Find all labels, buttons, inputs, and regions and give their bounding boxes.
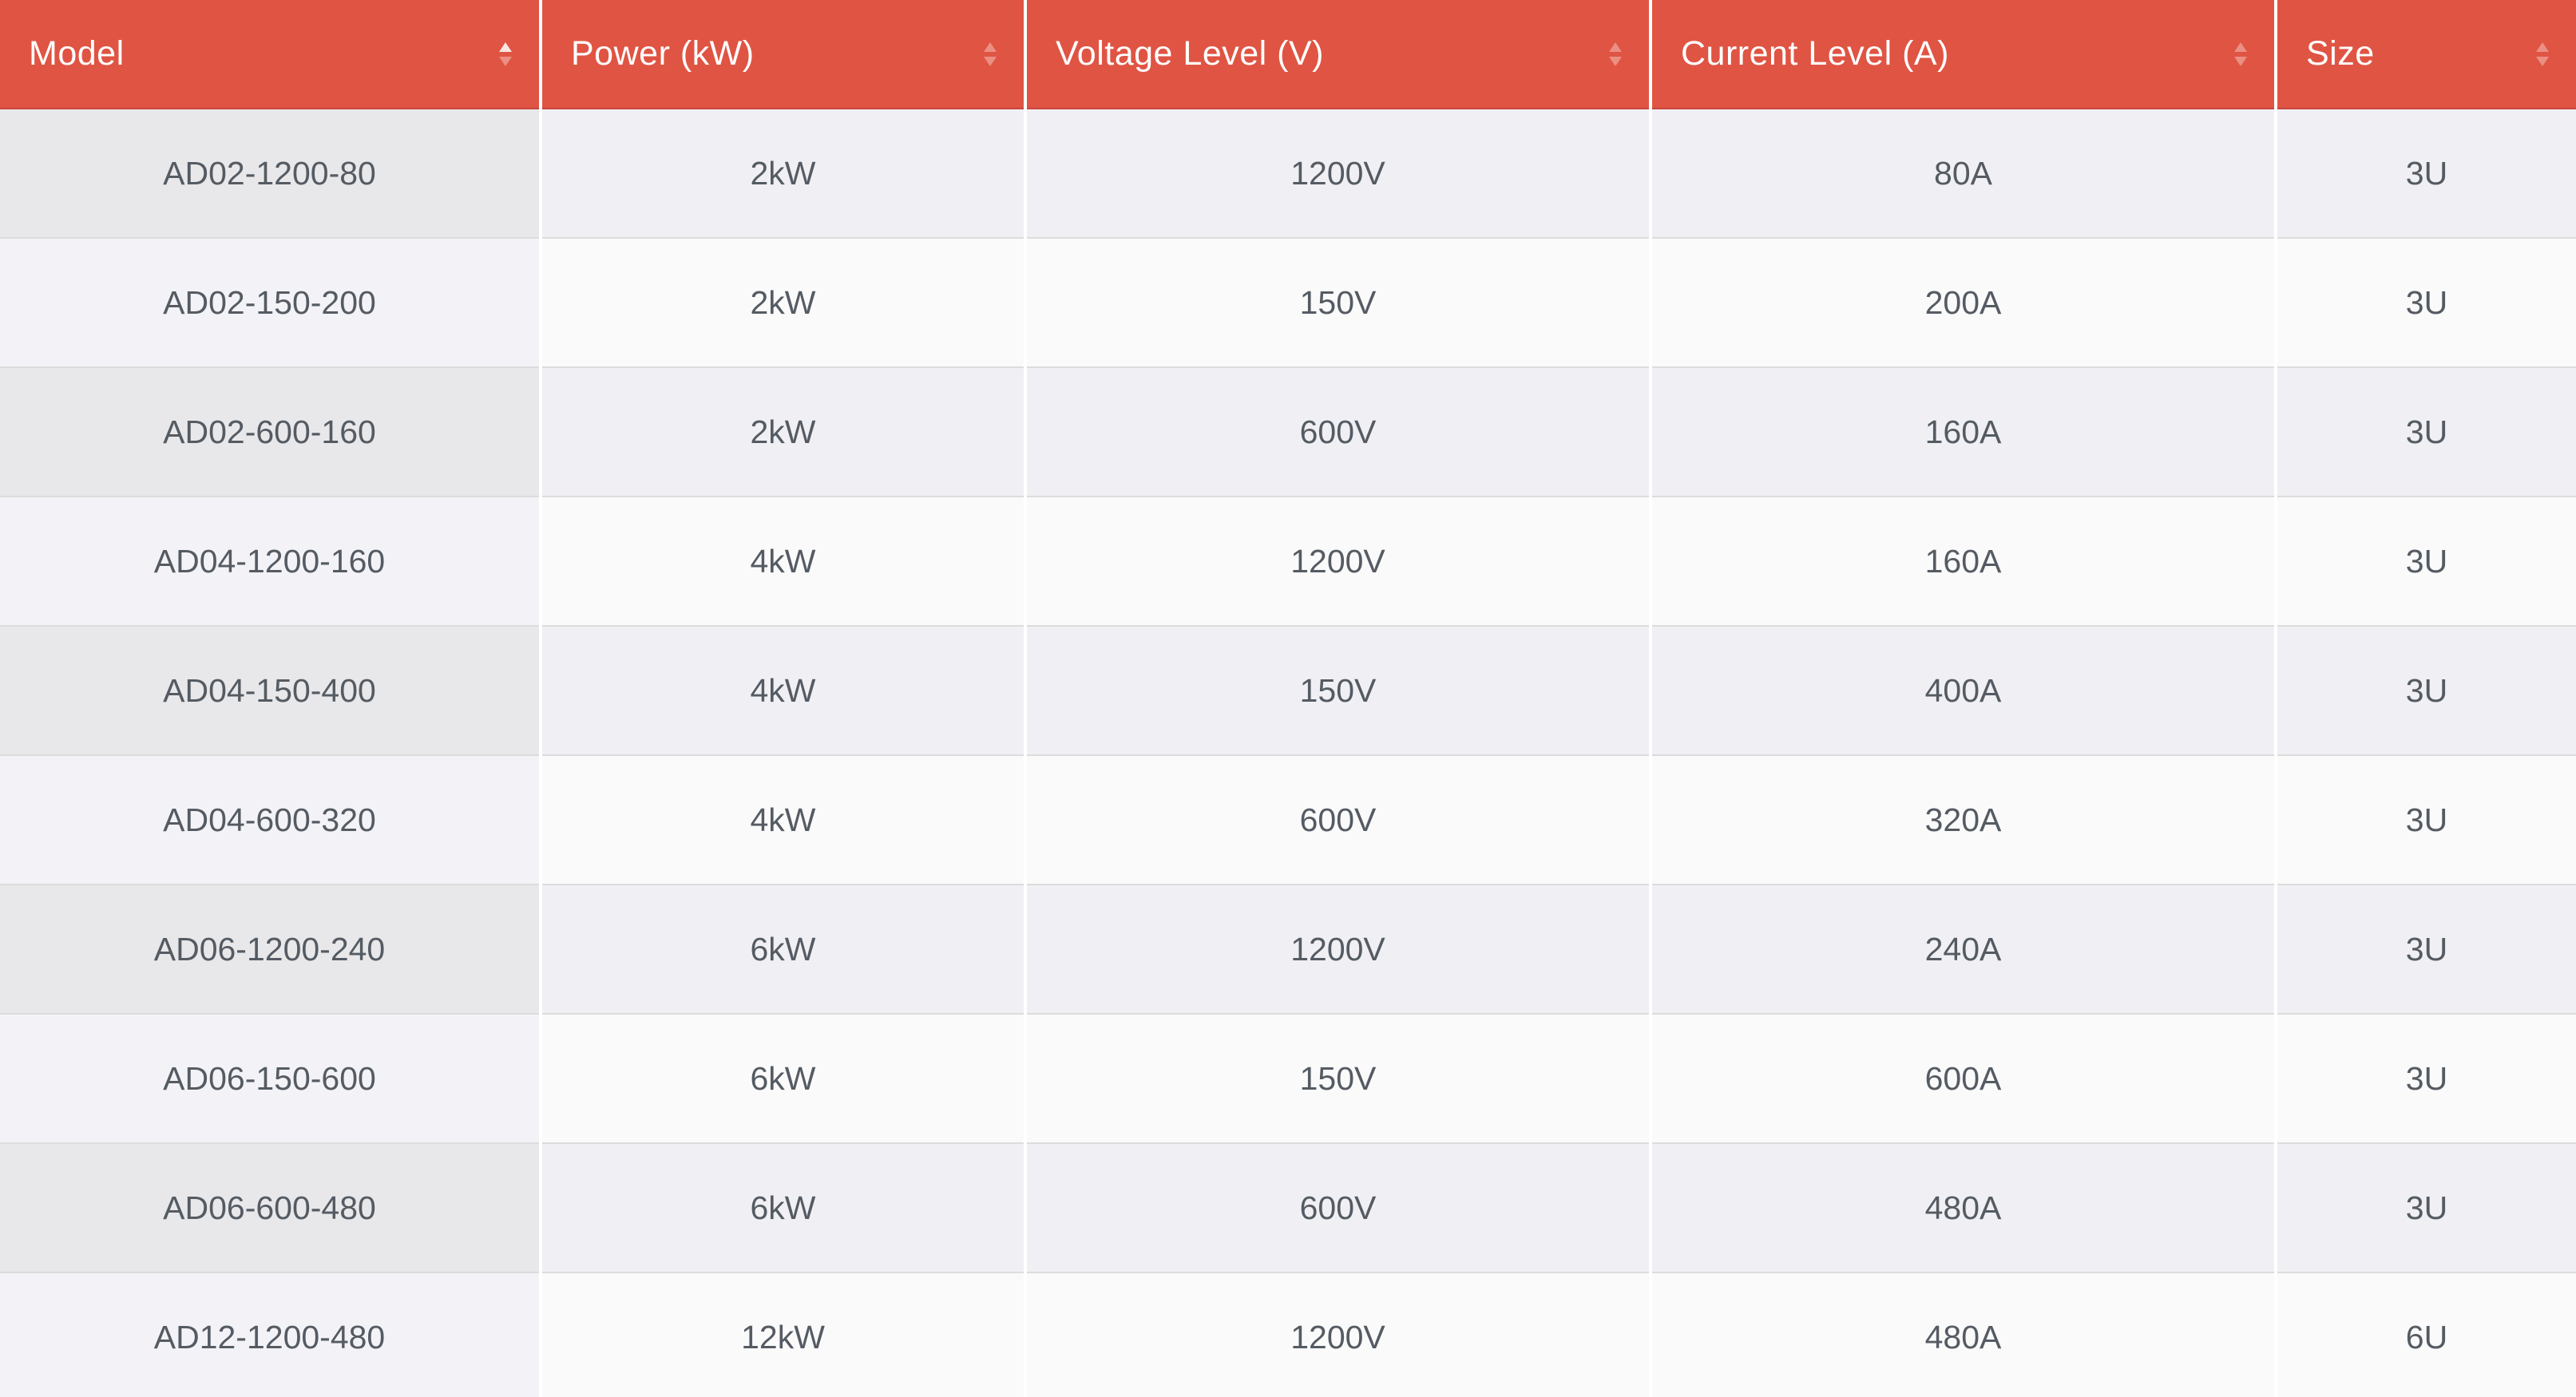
cell-power: 2kW	[541, 238, 1027, 368]
cell-model: AD04-600-320	[0, 755, 542, 885]
cell-voltage: 150V	[1025, 238, 1652, 368]
cell-size: 3U	[2276, 626, 2576, 756]
cell-voltage: 150V	[1025, 626, 1652, 756]
table-row: AD04-150-400 4kW 150V 400A 3U	[0, 626, 2576, 756]
product-table-container: Model Power (kW) Voltage Level (V) Current …	[0, 0, 2576, 1397]
column-header-label: Model	[29, 34, 125, 73]
cell-model: AD04-1200-160	[0, 497, 542, 627]
table-row: AD02-1200-80 2kW 1200V 80A 3U	[0, 109, 2576, 239]
cell-power: 4kW	[541, 497, 1027, 627]
cell-size: 3U	[2276, 367, 2576, 497]
cell-voltage: 1200V	[1025, 1272, 1652, 1397]
header-row: Model Power (kW) Voltage Level (V) Current …	[0, 0, 2576, 109]
cell-power: 6kW	[541, 1143, 1027, 1273]
cell-power: 6kW	[541, 885, 1027, 1015]
column-header-current[interactable]: Current Level (A)	[1651, 0, 2277, 109]
table-row: AD02-600-160 2kW 600V 160A 3U	[0, 367, 2576, 497]
table-body: AD02-1200-80 2kW 1200V 80A 3U AD02-150-200 2kW…	[0, 109, 2576, 1397]
cell-size: 3U	[2276, 755, 2576, 885]
cell-model: AD04-150-400	[0, 626, 542, 756]
sort-icon[interactable]	[1609, 42, 1622, 66]
table-header: Model Power (kW) Voltage Level (V) Current …	[0, 0, 2576, 109]
cell-size: 6U	[2276, 1272, 2576, 1397]
sort-icon[interactable]	[2234, 42, 2247, 66]
table-row: AD04-600-320 4kW 600V 320A 3U	[0, 755, 2576, 885]
cell-current: 200A	[1651, 238, 2277, 368]
table-row: AD06-150-600 6kW 150V 600A 3U	[0, 1014, 2576, 1144]
cell-model: AD06-150-600	[0, 1014, 542, 1144]
sort-icon[interactable]	[984, 42, 997, 66]
cell-power: 6kW	[541, 1014, 1027, 1144]
cell-current: 480A	[1651, 1143, 2277, 1273]
cell-power: 2kW	[541, 109, 1027, 239]
cell-size: 3U	[2276, 885, 2576, 1015]
sort-icon[interactable]	[2536, 42, 2549, 66]
cell-current: 480A	[1651, 1272, 2277, 1397]
cell-model: AD02-1200-80	[0, 109, 542, 239]
cell-current: 320A	[1651, 755, 2277, 885]
column-header-label: Power (kW)	[571, 34, 755, 73]
cell-current: 600A	[1651, 1014, 2277, 1144]
column-header-label: Voltage Level (V)	[1056, 34, 1324, 73]
column-header-label: Size	[2306, 34, 2375, 73]
cell-current: 80A	[1651, 109, 2277, 239]
cell-current: 160A	[1651, 497, 2277, 627]
cell-voltage: 600V	[1025, 755, 1652, 885]
cell-current: 240A	[1651, 885, 2277, 1015]
cell-current: 160A	[1651, 367, 2277, 497]
cell-power: 4kW	[541, 755, 1027, 885]
cell-size: 3U	[2276, 109, 2576, 239]
cell-current: 400A	[1651, 626, 2277, 756]
cell-voltage: 1200V	[1025, 497, 1652, 627]
column-header-label: Current Level (A)	[1681, 34, 1949, 73]
cell-model: AD02-600-160	[0, 367, 542, 497]
cell-voltage: 600V	[1025, 1143, 1652, 1273]
table-row: AD06-600-480 6kW 600V 480A 3U	[0, 1143, 2576, 1273]
cell-power: 4kW	[541, 626, 1027, 756]
cell-model: AD06-1200-240	[0, 885, 542, 1015]
cell-model: AD06-600-480	[0, 1143, 542, 1273]
table-row: AD06-1200-240 6kW 1200V 240A 3U	[0, 885, 2576, 1015]
table-row: AD02-150-200 2kW 150V 200A 3U	[0, 238, 2576, 368]
column-header-power[interactable]: Power (kW)	[541, 0, 1027, 109]
cell-size: 3U	[2276, 1143, 2576, 1273]
table-row: AD04-1200-160 4kW 1200V 160A 3U	[0, 497, 2576, 627]
cell-power: 2kW	[541, 367, 1027, 497]
cell-size: 3U	[2276, 238, 2576, 368]
cell-model: AD02-150-200	[0, 238, 542, 368]
column-header-size[interactable]: Size	[2276, 0, 2576, 109]
cell-voltage: 150V	[1025, 1014, 1652, 1144]
column-header-model[interactable]: Model	[0, 0, 542, 109]
cell-size: 3U	[2276, 497, 2576, 627]
column-header-voltage[interactable]: Voltage Level (V)	[1025, 0, 1652, 109]
cell-voltage: 600V	[1025, 367, 1652, 497]
product-spec-table: Model Power (kW) Voltage Level (V) Current …	[0, 0, 2576, 1397]
table-row: AD12-1200-480 12kW 1200V 480A 6U	[0, 1272, 2576, 1397]
cell-voltage: 1200V	[1025, 109, 1652, 239]
cell-power: 12kW	[541, 1272, 1027, 1397]
cell-voltage: 1200V	[1025, 885, 1652, 1015]
cell-model: AD12-1200-480	[0, 1272, 542, 1397]
cell-size: 3U	[2276, 1014, 2576, 1144]
sort-ascending-icon[interactable]	[499, 42, 512, 66]
